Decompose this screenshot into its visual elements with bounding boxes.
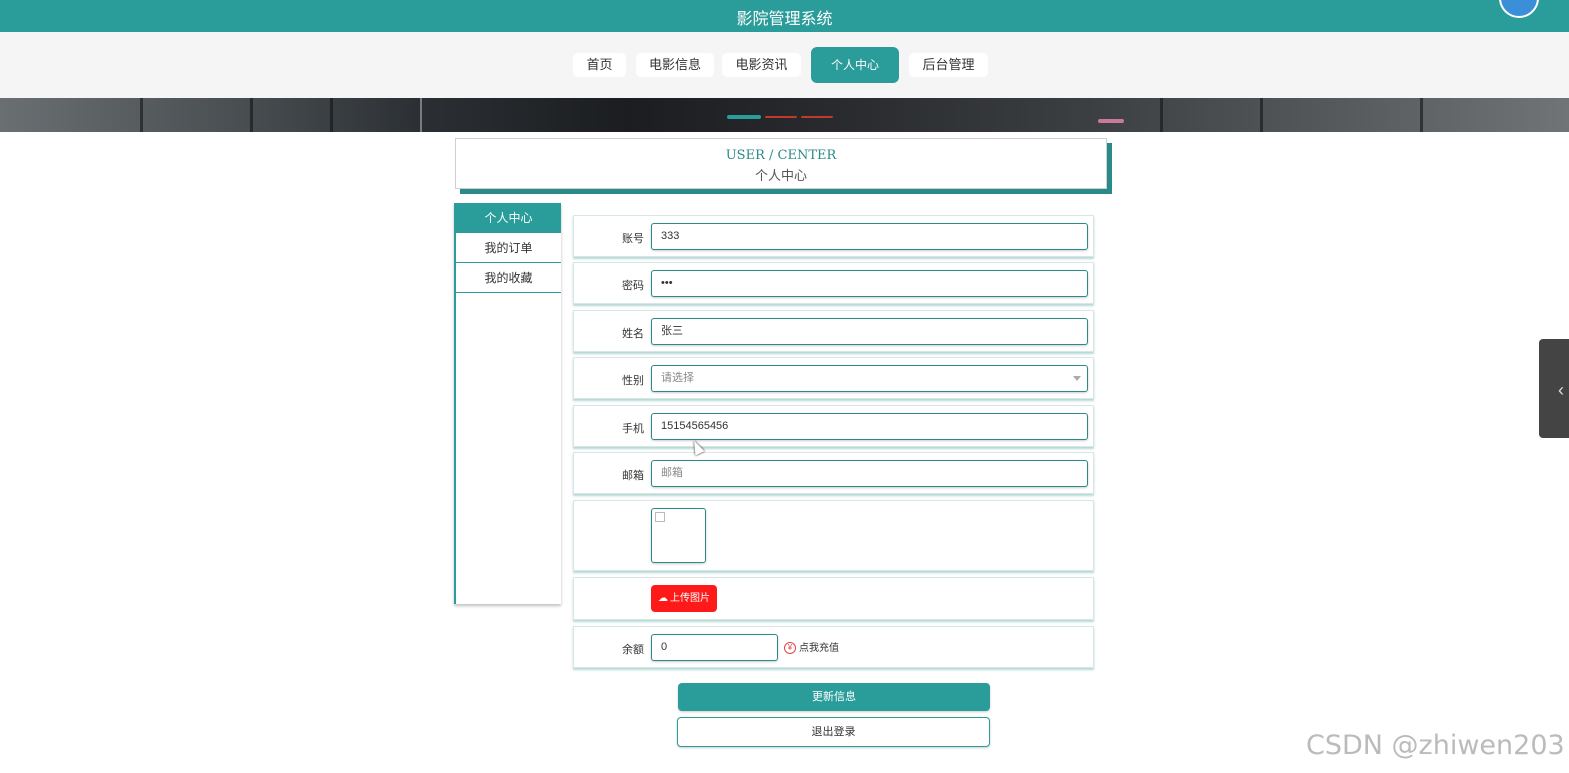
form-row-upload: ☁ 上传图片	[573, 577, 1094, 620]
nav-home[interactable]: 首页	[573, 53, 626, 77]
email-field[interactable]: 邮箱	[651, 460, 1088, 487]
section-header: USER / CENTER 个人中心	[455, 138, 1107, 189]
nav-user-center[interactable]: 个人中心	[811, 47, 899, 83]
form-row-email: 邮箱 邮箱	[573, 452, 1094, 494]
nav-movie-info[interactable]: 电影信息	[636, 53, 714, 77]
broken-image-icon	[655, 512, 665, 522]
recharge-label: 点我充值	[799, 643, 839, 654]
section-title-en: USER / CENTER	[725, 148, 837, 163]
banner-car-badge	[1098, 119, 1124, 123]
gender-select-value: 请选择	[661, 372, 694, 384]
form-row-name: 姓名 张三	[573, 310, 1094, 352]
form-row-gender: 性别 请选择	[573, 357, 1094, 399]
avatar-image-preview	[651, 508, 706, 563]
account-field[interactable]: 333	[651, 223, 1088, 250]
carousel-indicator[interactable]	[801, 116, 833, 118]
form-row-phone: 手机 15154565456	[573, 405, 1094, 447]
sidebar-item-user-center[interactable]: 个人中心	[456, 203, 561, 233]
yen-icon: ¥	[784, 642, 796, 655]
sidebar-item-my-orders[interactable]: 我的订单	[456, 233, 561, 263]
update-info-button[interactable]: 更新信息	[678, 683, 990, 711]
watermark: CSDN @zhiwen203	[1306, 730, 1565, 761]
account-label: 账号	[622, 233, 644, 245]
upload-image-label: 上传图片	[670, 593, 710, 604]
upload-image-button[interactable]: ☁ 上传图片	[651, 585, 717, 612]
balance-label: 余额	[622, 644, 644, 656]
carousel-indicator[interactable]	[765, 116, 797, 118]
top-bar: 影院管理系统	[0, 0, 1569, 32]
chevron-left-icon: ‹	[1558, 380, 1564, 400]
name-label: 姓名	[622, 328, 644, 340]
main-nav: 首页 电影信息 电影资讯 个人中心 后台管理	[0, 32, 1569, 98]
password-label: 密码	[622, 280, 644, 292]
side-drawer-toggle[interactable]: ‹	[1539, 339, 1569, 438]
logout-button[interactable]: 退出登录	[677, 717, 990, 747]
gender-select[interactable]: 请选择	[651, 365, 1088, 392]
form-row-password: 密码 •••	[573, 262, 1094, 304]
name-field[interactable]: 张三	[651, 318, 1088, 345]
user-sidebar: 个人中心 我的订单 我的收藏	[454, 203, 561, 604]
section-title-cn: 个人中心	[754, 169, 807, 184]
app-title: 影院管理系统	[736, 9, 833, 28]
nav-admin[interactable]: 后台管理	[909, 53, 988, 77]
phone-field[interactable]: 15154565456	[651, 413, 1088, 440]
password-field[interactable]: •••	[651, 270, 1088, 297]
chevron-down-icon	[1073, 376, 1081, 381]
recharge-link[interactable]: ¥ 点我充值	[784, 639, 839, 655]
sidebar-item-my-favorites[interactable]: 我的收藏	[456, 263, 561, 293]
banner-carousel	[0, 98, 1569, 132]
form-row-account: 账号 333	[573, 215, 1094, 257]
nav-movie-news[interactable]: 电影资讯	[722, 53, 801, 77]
phone-label: 手机	[622, 423, 644, 435]
email-label: 邮箱	[622, 470, 644, 482]
form-row-balance: 余额 0 ¥ 点我充值	[573, 626, 1094, 668]
gender-label: 性别	[622, 375, 644, 387]
cloud-upload-icon: ☁	[658, 593, 668, 604]
balance-field[interactable]: 0	[651, 634, 778, 661]
form-row-avatar-image	[573, 500, 1094, 571]
carousel-indicator-active[interactable]	[727, 115, 761, 119]
